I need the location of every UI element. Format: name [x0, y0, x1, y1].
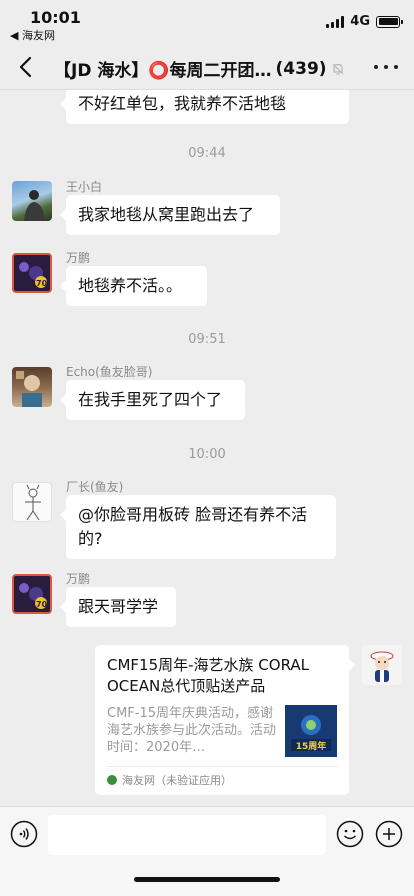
sender-name: 厂长(鱼友) [66, 480, 124, 494]
message-text-line: 的? [78, 529, 103, 548]
message-bubble[interactable]: 不好红单包，我就养不活地毯 [60, 90, 349, 124]
sender-name: 王小白 [66, 180, 103, 194]
home-indicator[interactable] [134, 877, 280, 882]
battery-icon [376, 15, 403, 28]
svg-text:15周年: 15周年 [296, 740, 327, 752]
voice-button[interactable] [10, 820, 38, 848]
emoji-icon [336, 820, 364, 848]
message-text: 不好红单包，我就养不活地毯 [78, 94, 287, 113]
avatar[interactable] [12, 367, 52, 407]
more-dots-icon [374, 65, 378, 69]
back-button[interactable] [12, 52, 42, 82]
more-button[interactable] [374, 56, 398, 78]
avatar-image: 70 [14, 255, 50, 291]
cartoon-sailor-avatar [370, 651, 394, 682]
chat-title: 【JD 海水】⭕每周二开团… (439) [54, 56, 354, 81]
message-bubble[interactable]: 在我手里死了四个了 [60, 380, 245, 420]
message-text: 地毯养不活。。 [78, 276, 183, 295]
back-to-app-link[interactable]: ◀ 海友网 [10, 27, 55, 43]
chevron-left-icon [19, 56, 32, 78]
chat-header: 【JD 海水】⭕每周二开团… (439) [0, 44, 414, 90]
status-indicators: 4G [326, 14, 403, 29]
message-bubble[interactable]: 我家地毯从窝里跑出去了 [60, 195, 280, 235]
shared-link-card[interactable]: CMF15周年-海艺水族 CORAL OCEAN总代顶贴送产品 CMF-15周年… [95, 645, 355, 795]
group-name: 【JD 海水】⭕每周二开团… [54, 61, 272, 81]
avatar-image: 70 [14, 576, 50, 612]
message-bubble[interactable]: @你脸哥用板砖 脸哥还有养不活 的? [60, 495, 336, 559]
message-text: 我家地毯从窝里跑出去了 [78, 205, 255, 224]
svg-text:70: 70 [36, 600, 48, 609]
card-title: CMF15周年-海艺水族 CORAL OCEAN总代顶贴送产品 [107, 656, 310, 695]
anniversary-logo-icon: 15周年 [285, 705, 337, 757]
card-source-label: 海友网（未验证应用） [122, 774, 232, 787]
avatar[interactable]: 70 [12, 574, 52, 614]
sketch-figure-avatar [25, 484, 41, 521]
input-bar [0, 806, 414, 896]
bell-off-icon [332, 63, 343, 75]
message-text: 跟天哥学学 [78, 597, 159, 616]
signal-icon [326, 15, 345, 28]
status-time: 10:01 [30, 8, 81, 27]
status-bar: 10:01 ◀ 海友网 4G [0, 0, 414, 44]
sender-name: 万鹏 [66, 572, 91, 586]
my-avatar[interactable] [362, 645, 402, 685]
card-thumbnail: 15周年 [285, 705, 337, 757]
avatar[interactable] [12, 181, 52, 221]
message-bubble[interactable]: 地毯养不活。。 [60, 266, 207, 306]
message-text-line: @你脸哥用板砖 脸哥还有养不活 [78, 505, 308, 524]
voice-icon [10, 820, 38, 848]
message-bubble[interactable]: 跟天哥学学 [60, 587, 176, 627]
network-type: 4G [350, 14, 370, 29]
message-input[interactable] [48, 815, 326, 855]
sender-name: Echo(鱼友脸哥) [66, 365, 153, 379]
app-source-icon [107, 775, 117, 785]
avatar-image [16, 371, 42, 407]
member-count: (439) [275, 58, 327, 79]
svg-text:70: 70 [36, 279, 48, 288]
person-photo [24, 190, 45, 221]
card-description: CMF-15周年庆典活动，感谢海艺水族参与此次活动。活动时间：2020年… [107, 706, 277, 755]
emoji-button[interactable] [336, 820, 364, 848]
message-list[interactable]: 不好红单包，我就养不活地毯 09:44 王小白 我家地毯从窝里跑出去了 70 万… [0, 90, 414, 806]
more-functions-button[interactable] [375, 820, 403, 848]
time-divider: 09:44 [188, 146, 226, 161]
time-divider: 09:51 [188, 332, 226, 347]
avatar[interactable]: 70 [12, 253, 52, 293]
card-source: 海友网（未验证应用） [107, 772, 232, 788]
message-text: 在我手里死了四个了 [78, 390, 223, 409]
sender-name: 万鹏 [66, 251, 91, 265]
plus-circle-icon [375, 820, 403, 848]
avatar[interactable] [12, 482, 52, 522]
time-divider: 10:00 [188, 447, 226, 462]
divider [107, 766, 337, 767]
